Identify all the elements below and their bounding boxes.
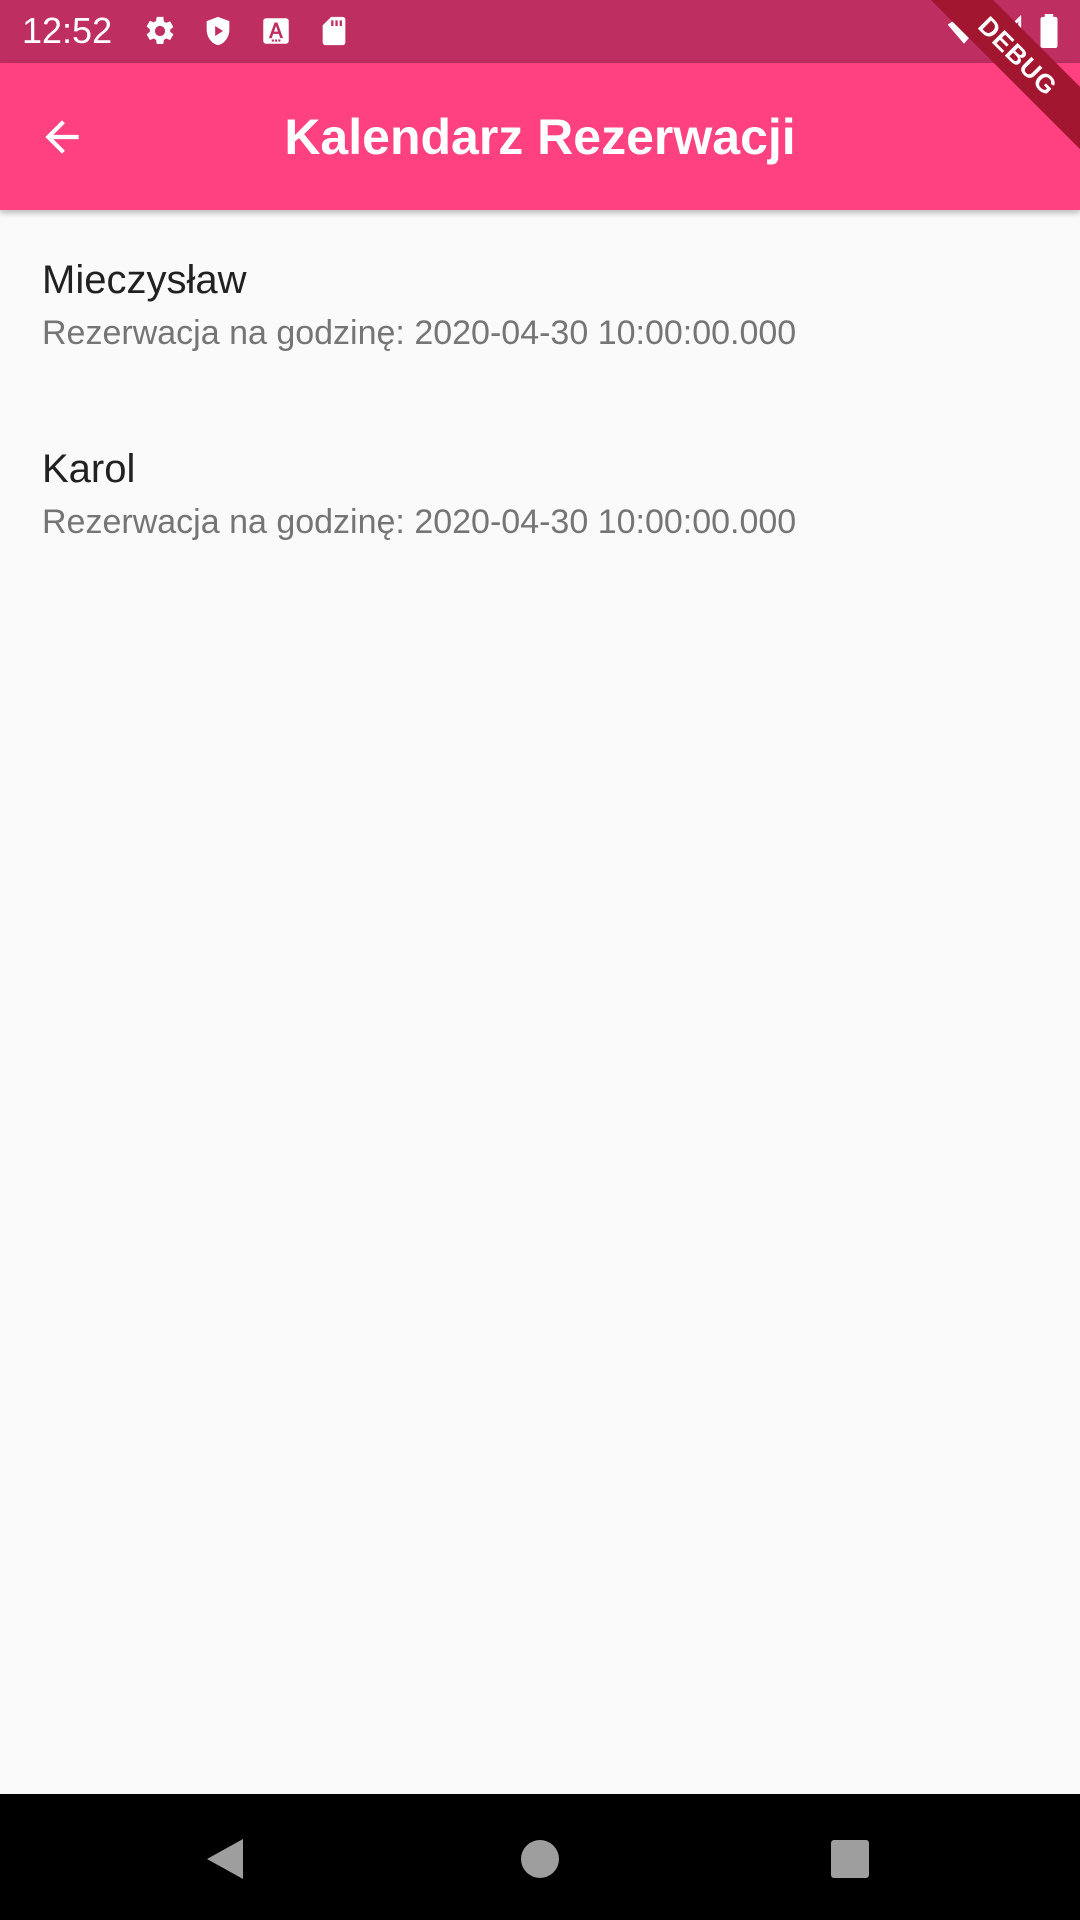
status-bar: 12:52 — [0, 0, 1080, 63]
reservation-time: Rezerwacja na godzinę: 2020-04-30 10:00:… — [42, 314, 797, 352]
nav-back-button[interactable] — [190, 1824, 260, 1894]
battery-icon — [1036, 14, 1062, 48]
reservation-time: Rezerwacja na godzinę: 2020-04-30 10:00:… — [42, 503, 797, 541]
wifi-icon — [944, 14, 984, 48]
sd-card-icon — [317, 14, 351, 48]
nav-home-button[interactable] — [505, 1824, 575, 1894]
nav-recents-button[interactable] — [815, 1824, 885, 1894]
shield-play-icon — [201, 14, 235, 48]
reservation-list: Mieczysław Rezerwacja na godzinę: 2020-0… — [0, 210, 1080, 588]
back-triangle-icon — [207, 1839, 243, 1879]
status-time: 12:52 — [22, 10, 113, 51]
signal-icon — [990, 14, 1024, 48]
reservation-name: Mieczysław — [42, 258, 247, 302]
home-circle-icon — [521, 1840, 559, 1878]
page-title: Kalendarz Rezerwacji — [284, 109, 796, 165]
reservation-name: Karol — [42, 447, 136, 491]
app-bar: Kalendarz Rezerwacji — [0, 63, 1080, 210]
gear-icon — [143, 14, 177, 48]
system-nav-bar — [0, 1794, 1080, 1920]
recents-square-icon — [831, 1840, 869, 1878]
list-item[interactable]: Mieczysław Rezerwacja na godzinę: 2020-0… — [0, 210, 1080, 399]
font-download-icon — [259, 14, 293, 48]
list-item[interactable]: Karol Rezerwacja na godzinę: 2020-04-30 … — [0, 399, 1080, 588]
